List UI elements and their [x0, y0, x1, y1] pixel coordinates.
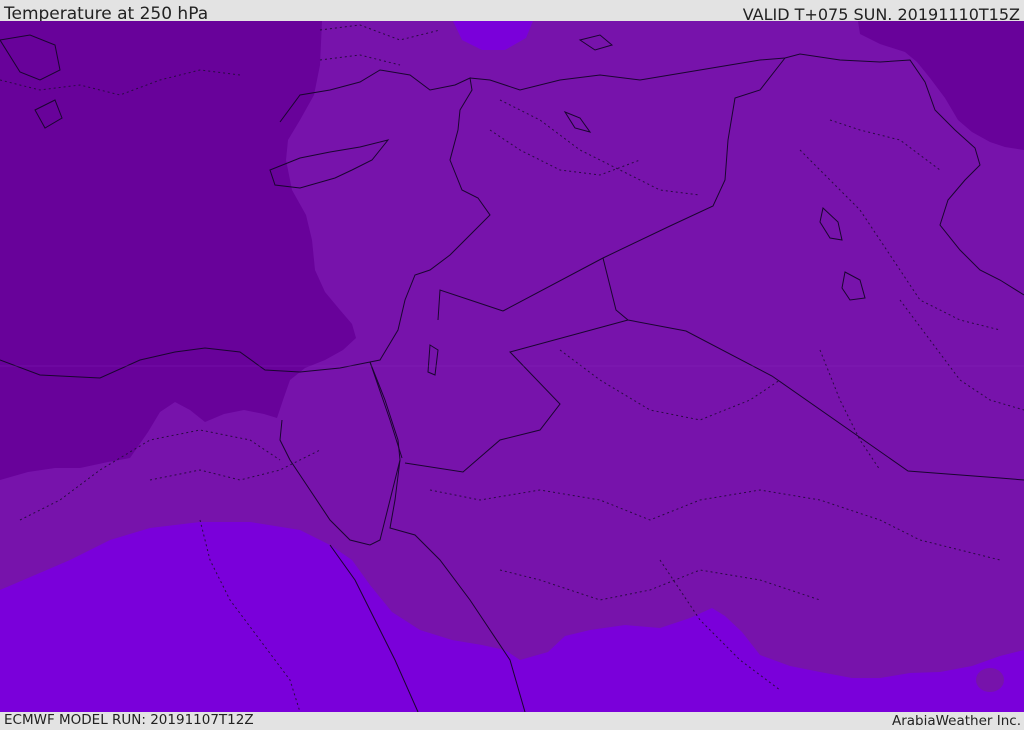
model-run-label: ECMWF MODEL RUN: 20191107T12Z [4, 712, 254, 728]
temperature-map [0, 21, 1024, 712]
temperature-zone-warm-spot [976, 668, 1004, 692]
credit-label: ArabiaWeather Inc. [891, 713, 1021, 729]
footer-bar: ECMWF MODEL RUN: 20191107T12Z ArabiaWeat… [0, 712, 1024, 729]
header-bar: Temperature at 250 hPa VALID T+075 SUN. … [0, 0, 1024, 24]
